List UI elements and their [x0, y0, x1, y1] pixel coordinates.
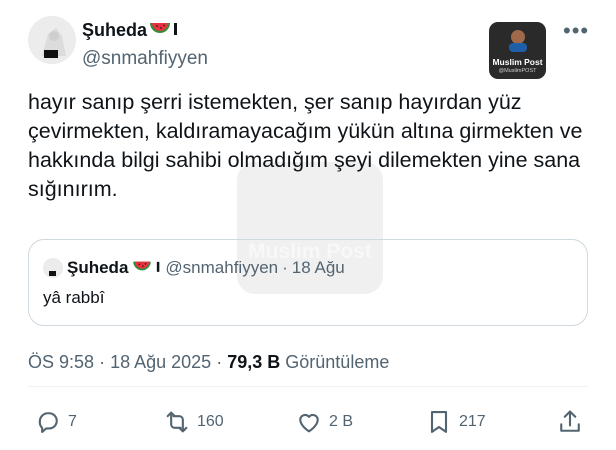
tweet-date[interactable]: 18 Ağu 2025 — [110, 352, 211, 372]
watermelon-icon — [149, 20, 171, 41]
repost-count: 160 — [197, 413, 224, 430]
watermelon-icon — [132, 258, 152, 278]
quoted-avatar — [43, 258, 63, 278]
tweet-time[interactable]: ÖS 9:58 — [28, 352, 94, 372]
flag-icon — [156, 258, 161, 278]
quoted-handle: @snmahfiyyen — [165, 258, 279, 277]
author-avatar[interactable] — [28, 16, 76, 64]
author-name[interactable]: Şuheda — [82, 20, 147, 41]
more-icon[interactable]: ••• — [563, 18, 589, 44]
bookmark-count: 217 — [459, 413, 486, 430]
quoted-header: Şuheda @snmahfiyyen · 18 Ağu — [43, 258, 345, 278]
quoted-separator: · — [282, 258, 288, 277]
author-name-row[interactable]: Şuheda — [82, 20, 179, 41]
bookmark-button[interactable]: 217 — [425, 408, 486, 436]
watermark-badge: Muslim Post @MuslimPOST — [489, 22, 546, 79]
watermark-title: Muslim Post — [492, 57, 543, 67]
bookmark-icon — [430, 411, 448, 433]
views-label: Görüntüleme — [285, 352, 390, 372]
reply-icon — [38, 412, 58, 433]
flag-icon — [173, 20, 179, 41]
share-button[interactable] — [556, 408, 584, 436]
share-icon — [560, 410, 580, 432]
watermark-subtitle: @MuslimPOST — [498, 68, 537, 74]
like-count: 2 B — [329, 413, 354, 430]
tweet-text: hayır sanıp şerri istemekten, şer sanıp … — [28, 90, 583, 201]
views-count: 79,3 B — [227, 352, 281, 372]
quoted-tweet[interactable]: Şuheda @snmahfiyyen · 18 Ağu yâ rabbî — [28, 239, 588, 326]
quoted-name: Şuheda — [67, 258, 129, 277]
quoted-text: yâ rabbî — [43, 288, 105, 307]
reply-count: 7 — [68, 413, 77, 430]
reply-button[interactable]: 7 — [34, 408, 77, 436]
meta-separator: · — [216, 352, 223, 372]
person-icon — [509, 30, 527, 52]
quoted-date: 18 Ağu — [291, 258, 345, 277]
like-button[interactable]: 2 B — [295, 408, 353, 436]
meta-separator: · — [99, 352, 106, 372]
divider — [28, 386, 588, 387]
repost-icon — [166, 411, 188, 433]
author-handle[interactable]: @snmahfiyyen — [82, 48, 208, 70]
like-icon — [299, 413, 319, 433]
tweet-meta: ÖS 9:58 · 18 Ağu 2025 · 79,3 B Görüntüle… — [28, 352, 389, 373]
repost-button[interactable]: 160 — [163, 408, 224, 436]
